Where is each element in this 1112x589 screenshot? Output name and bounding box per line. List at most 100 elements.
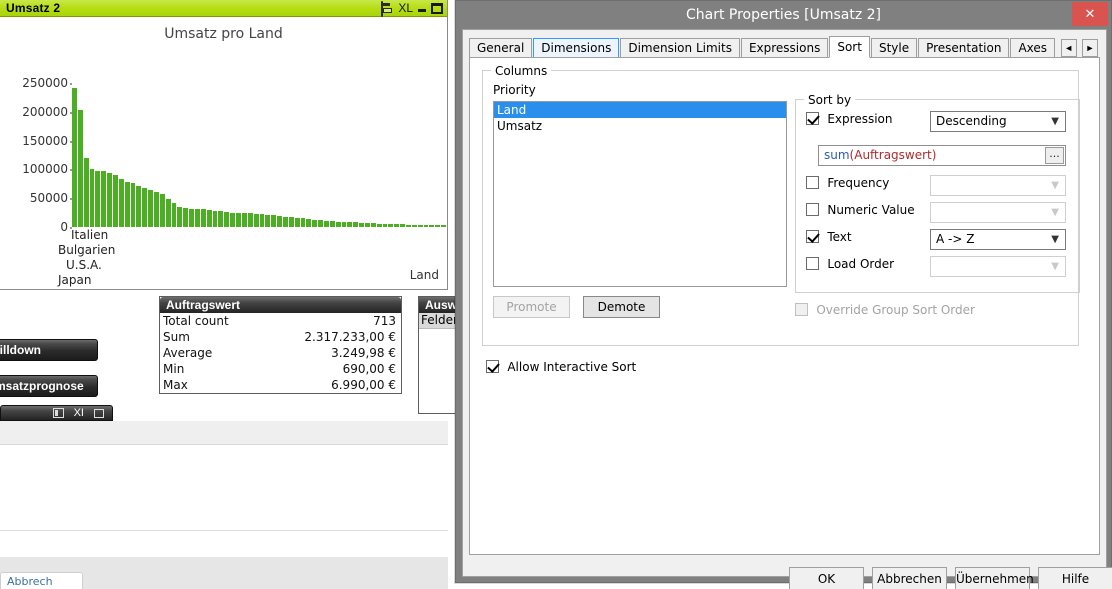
chart-bar[interactable] xyxy=(441,225,446,227)
apply-button[interactable]: Übernehmen xyxy=(955,567,1034,589)
priority-list-item[interactable]: Land xyxy=(494,102,786,118)
demote-button[interactable]: Demote xyxy=(583,296,660,318)
chart-bar[interactable] xyxy=(206,209,212,227)
drilldown-button[interactable]: rilldown xyxy=(0,339,98,361)
chart-bar[interactable] xyxy=(411,224,417,227)
print-icon[interactable] xyxy=(381,1,394,17)
maximize-icon[interactable] xyxy=(431,3,443,14)
chart-bar[interactable] xyxy=(241,213,247,227)
tab-style[interactable]: Style xyxy=(870,38,918,58)
numeric-value-order-select[interactable]: ▼ xyxy=(930,202,1066,223)
chart-bar[interactable] xyxy=(247,213,253,227)
chart-bar[interactable] xyxy=(218,211,224,227)
chart-bar[interactable] xyxy=(136,186,142,227)
priority-listbox[interactable]: Land Umsatz xyxy=(493,101,787,287)
chart-bar[interactable] xyxy=(288,217,294,227)
chart-bar[interactable] xyxy=(212,210,218,227)
chart-bar[interactable] xyxy=(277,216,282,227)
umsatzprognose-button[interactable]: msatzprognose xyxy=(0,375,98,397)
chart-bar[interactable] xyxy=(154,192,159,227)
tab-dimensions[interactable]: Dimensions xyxy=(533,38,620,58)
chart-bar[interactable] xyxy=(306,218,312,227)
chart-bar[interactable] xyxy=(200,209,206,227)
chart-bar[interactable] xyxy=(435,225,441,227)
statistics-box-caption[interactable]: Auftragswert xyxy=(160,297,401,313)
chart-bar[interactable] xyxy=(101,171,107,227)
tab-presentation[interactable]: Presentation xyxy=(918,38,1010,58)
expression-input[interactable]: sum(Auftragswert) ... xyxy=(818,145,1066,166)
chart-bar[interactable] xyxy=(417,224,423,227)
chart-bar[interactable] xyxy=(130,183,136,227)
chart-bar[interactable] xyxy=(323,220,329,227)
chart-bar[interactable] xyxy=(400,224,405,227)
help-button[interactable]: Hilfe xyxy=(1038,567,1112,589)
chart-bar[interactable] xyxy=(265,214,271,227)
sheet-icon[interactable] xyxy=(52,408,64,418)
chart-bar[interactable] xyxy=(341,221,347,227)
xl-export-icon[interactable]: XL xyxy=(398,2,413,15)
chart-bar[interactable] xyxy=(405,224,411,227)
chart-bar[interactable] xyxy=(318,220,323,227)
chart-bar[interactable] xyxy=(271,215,277,227)
tab-axes[interactable]: Axes xyxy=(1010,38,1056,58)
chart-bar[interactable] xyxy=(142,188,148,227)
chart-bar[interactable] xyxy=(230,212,236,227)
chart-bar[interactable] xyxy=(236,212,241,227)
chart-bar[interactable] xyxy=(177,206,183,227)
chart-bar[interactable] xyxy=(394,224,400,227)
frequency-order-select[interactable]: ▼ xyxy=(930,175,1066,196)
chart-bar[interactable] xyxy=(89,168,95,227)
load-order-checkbox[interactable] xyxy=(806,257,819,271)
chart-window-titlebar[interactable]: Umsatz 2 XL xyxy=(0,0,447,17)
tab-scroll-prev-icon[interactable]: ◄ xyxy=(1060,39,1077,57)
expression-checkbox[interactable] xyxy=(806,112,819,126)
ok-button[interactable]: OK xyxy=(789,567,864,589)
override-group-sort-order-checkbox[interactable] xyxy=(795,303,808,317)
expression-order-select[interactable]: Descending ▼ xyxy=(930,111,1066,132)
chart-bar[interactable] xyxy=(159,194,165,227)
chart-bar[interactable] xyxy=(388,224,394,227)
chart-bar[interactable] xyxy=(382,223,388,227)
chart-bar[interactable] xyxy=(329,221,335,227)
card-stub[interactable]: Abbrech xyxy=(0,572,83,589)
cancel-button[interactable]: Abbrechen xyxy=(872,567,947,589)
text-order-select[interactable]: A -> Z ▼ xyxy=(930,229,1066,250)
load-order-order-select[interactable]: ▼ xyxy=(930,256,1066,277)
chart-bar[interactable] xyxy=(353,222,359,227)
chart-bar[interactable] xyxy=(312,219,318,227)
chart-bar[interactable] xyxy=(347,222,353,227)
chart-bar[interactable] xyxy=(359,222,364,227)
allow-interactive-sort-checkbox[interactable] xyxy=(486,360,499,374)
chart-bar[interactable] xyxy=(195,208,200,227)
minimize-icon[interactable] xyxy=(94,408,104,418)
chart-bar[interactable] xyxy=(429,225,435,227)
tab-scroll-next-icon[interactable]: ► xyxy=(1082,39,1098,57)
chart-bar[interactable] xyxy=(294,217,300,227)
xl-icon[interactable]: XI xyxy=(74,407,84,419)
priority-list-item[interactable]: Umsatz xyxy=(494,118,786,134)
chart-bar[interactable] xyxy=(364,222,370,227)
chart-bar[interactable] xyxy=(183,208,189,227)
chart-bar[interactable] xyxy=(300,218,306,227)
chart-bar[interactable] xyxy=(259,214,265,227)
chart-bar[interactable] xyxy=(148,190,154,227)
tab-sort[interactable]: Sort xyxy=(829,36,870,58)
close-icon[interactable]: ✕ xyxy=(1072,2,1108,26)
promote-button[interactable]: Promote xyxy=(493,296,570,318)
numeric-value-checkbox[interactable] xyxy=(806,203,819,217)
chart-bar[interactable] xyxy=(335,221,341,227)
tab-expressions[interactable]: Expressions xyxy=(740,38,829,58)
chart-bar[interactable] xyxy=(376,223,382,227)
chart-bar[interactable] xyxy=(423,224,429,227)
chart-bar[interactable] xyxy=(124,181,130,227)
chart-bar[interactable] xyxy=(107,173,113,227)
chart-bar[interactable] xyxy=(113,175,118,227)
chart-bar[interactable] xyxy=(165,199,171,227)
chart-bar[interactable] xyxy=(189,208,195,227)
chart-bar[interactable] xyxy=(72,87,77,227)
dialog-titlebar[interactable]: Chart Properties [Umsatz 2] ✕ xyxy=(456,1,1111,29)
chart-bar[interactable] xyxy=(83,158,89,227)
expression-browse-button[interactable]: ... xyxy=(1045,147,1064,164)
text-checkbox[interactable] xyxy=(806,230,819,244)
tab-dimension-limits[interactable]: Dimension Limits xyxy=(620,38,740,58)
